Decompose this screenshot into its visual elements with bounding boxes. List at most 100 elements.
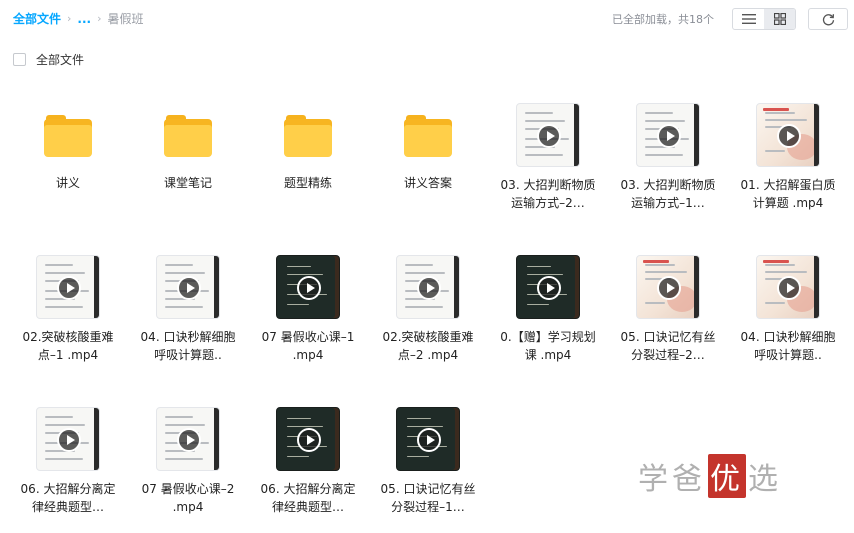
folder-item[interactable]: 课堂笔记 xyxy=(128,100,248,252)
grid-icon xyxy=(773,13,786,25)
folder-item[interactable]: 题型精练 xyxy=(248,100,368,252)
video-file-item[interactable]: 04. 口诀秒解细胞呼吸计算题.. xyxy=(728,252,848,404)
file-name: 题型精练 xyxy=(258,174,358,192)
item-thumbnail-area xyxy=(248,252,368,322)
file-name-text: 07 暑假收心课–1 .mp4 xyxy=(261,330,355,362)
refresh-button[interactable] xyxy=(808,8,848,30)
folder-icon xyxy=(284,113,332,157)
video-thumbnail xyxy=(276,407,340,471)
play-icon xyxy=(417,428,441,452)
play-icon xyxy=(417,276,441,300)
video-file-item[interactable]: 06. 大招解分离定律经典题型… xyxy=(8,404,128,533)
watermark-highlight: 优 xyxy=(708,454,746,498)
video-file-item[interactable]: 05. 口诀记忆有丝分裂过程–1… xyxy=(368,404,488,533)
item-thumbnail-area xyxy=(488,100,608,170)
breadcrumb-current: 暑假班 xyxy=(107,12,144,26)
breadcrumb-ellipsis[interactable]: ... xyxy=(77,12,91,26)
file-name: 05. 口诀记忆有丝分裂过程–1… xyxy=(378,480,478,516)
video-file-item[interactable]: 0.【赠】学习规划课 .mp4 xyxy=(488,252,608,404)
refresh-icon xyxy=(822,13,834,25)
file-name: 06. 大招解分离定律经典题型… xyxy=(258,480,358,516)
watermark-text: 选 xyxy=(748,462,782,497)
file-name-text: 04. 口诀秒解细胞呼吸计算题.. xyxy=(740,330,836,362)
folder-item[interactable]: 讲义答案 xyxy=(368,100,488,252)
select-all-row: 全部文件 xyxy=(13,51,84,68)
video-thumbnail xyxy=(756,103,820,167)
video-file-item[interactable]: 02.突破核酸重难点–1 .mp4 xyxy=(8,252,128,404)
file-name-text: 03. 大招判断物质运输方式–1… xyxy=(620,178,716,210)
video-thumbnail xyxy=(276,255,340,319)
item-thumbnail-area xyxy=(128,100,248,170)
file-name-text: 题型精练 xyxy=(283,176,332,190)
video-file-item[interactable]: 01. 大招解蛋白质计算题 .mp4 xyxy=(728,100,848,252)
item-thumbnail-area xyxy=(8,100,128,170)
item-thumbnail-area xyxy=(368,100,488,170)
view-switch xyxy=(732,8,796,30)
item-thumbnail-area xyxy=(608,100,728,170)
file-name: 01. 大招解蛋白质计算题 .mp4 xyxy=(738,176,838,212)
folder-item[interactable]: 讲义 xyxy=(8,100,128,252)
file-name-text: 04. 口诀秒解细胞呼吸计算题.. xyxy=(140,330,236,362)
breadcrumb-separator-icon: › xyxy=(67,12,72,25)
video-thumbnail xyxy=(756,255,820,319)
file-name: 04. 口诀秒解细胞呼吸计算题.. xyxy=(138,328,238,364)
breadcrumb-root[interactable]: 全部文件 xyxy=(13,10,61,27)
video-file-item[interactable]: 06. 大招解分离定律经典题型… xyxy=(248,404,368,533)
file-name-text: 01. 大招解蛋白质计算题 .mp4 xyxy=(740,178,836,210)
watermark-logo: 学爸优选 xyxy=(638,454,782,498)
grid-view-button[interactable] xyxy=(764,9,795,29)
video-thumbnail xyxy=(636,255,700,319)
video-file-item[interactable]: 07 暑假收心课–1 .mp4 xyxy=(248,252,368,404)
item-thumbnail-area xyxy=(728,252,848,322)
folder-icon xyxy=(404,113,452,157)
list-view-button[interactable] xyxy=(733,9,764,29)
file-name-text: 05. 口诀记忆有丝分裂过程–2… xyxy=(620,330,716,362)
play-icon xyxy=(537,124,561,148)
play-icon xyxy=(57,428,81,452)
file-name: 0.【赠】学习规划课 .mp4 xyxy=(498,328,598,364)
folder-icon xyxy=(164,113,212,157)
file-name-text: 讲义 xyxy=(55,176,80,190)
breadcrumb: 全部文件 › ... › 暑假班 xyxy=(13,10,144,27)
video-file-item[interactable]: 04. 口诀秒解细胞呼吸计算题.. xyxy=(128,252,248,404)
video-thumbnail xyxy=(516,255,580,319)
item-thumbnail-area xyxy=(248,100,368,170)
file-name: 07 暑假收心课–2 .mp4 xyxy=(138,480,238,516)
video-thumbnail xyxy=(156,255,220,319)
video-thumbnail xyxy=(516,103,580,167)
file-name-text: 讲义答案 xyxy=(403,176,452,190)
watermark-text: 学爸 xyxy=(638,462,706,497)
video-file-item[interactable]: 05. 口诀记忆有丝分裂过程–2… xyxy=(608,252,728,404)
file-name: 03. 大招判断物质运输方式–1… xyxy=(618,176,718,212)
file-name: 07 暑假收心课–1 .mp4 xyxy=(258,328,358,364)
file-name: 02.突破核酸重难点–2 .mp4 xyxy=(378,328,478,364)
file-name-text: 07 暑假收心课–2 .mp4 xyxy=(141,482,235,514)
load-status: 已全部加载，共18个 xyxy=(612,13,714,26)
video-file-item[interactable]: 02.突破核酸重难点–2 .mp4 xyxy=(368,252,488,404)
file-name: 05. 口诀记忆有丝分裂过程–2… xyxy=(618,328,718,364)
play-icon xyxy=(177,276,201,300)
item-thumbnail-area xyxy=(368,404,488,474)
play-icon xyxy=(657,276,681,300)
item-thumbnail-area xyxy=(728,100,848,170)
select-all-checkbox[interactable] xyxy=(13,53,26,66)
video-thumbnail xyxy=(396,255,460,319)
file-name-text: 02.突破核酸重难点–1 .mp4 xyxy=(22,330,114,362)
video-thumbnail xyxy=(36,255,100,319)
breadcrumb-separator-icon: › xyxy=(97,12,102,25)
select-all-label: 全部文件 xyxy=(36,53,85,67)
play-icon xyxy=(297,428,321,452)
video-file-item[interactable]: 03. 大招判断物质运输方式–2… xyxy=(488,100,608,252)
file-name-text: 课堂笔记 xyxy=(163,176,212,190)
file-name-text: 06. 大招解分离定律经典题型… xyxy=(260,482,356,514)
file-name-text: 02.突破核酸重难点–2 .mp4 xyxy=(382,330,474,362)
list-icon xyxy=(741,14,756,24)
item-thumbnail-area xyxy=(8,404,128,474)
video-file-item[interactable]: 03. 大招判断物质运输方式–1… xyxy=(608,100,728,252)
play-icon xyxy=(657,124,681,148)
top-bar: 全部文件 › ... › 暑假班 已全部加载，共18个 xyxy=(0,0,854,38)
play-icon xyxy=(297,276,321,300)
play-icon xyxy=(177,428,201,452)
file-name-text: 0.【赠】学习规划课 .mp4 xyxy=(500,330,596,362)
video-file-item[interactable]: 07 暑假收心课–2 .mp4 xyxy=(128,404,248,533)
